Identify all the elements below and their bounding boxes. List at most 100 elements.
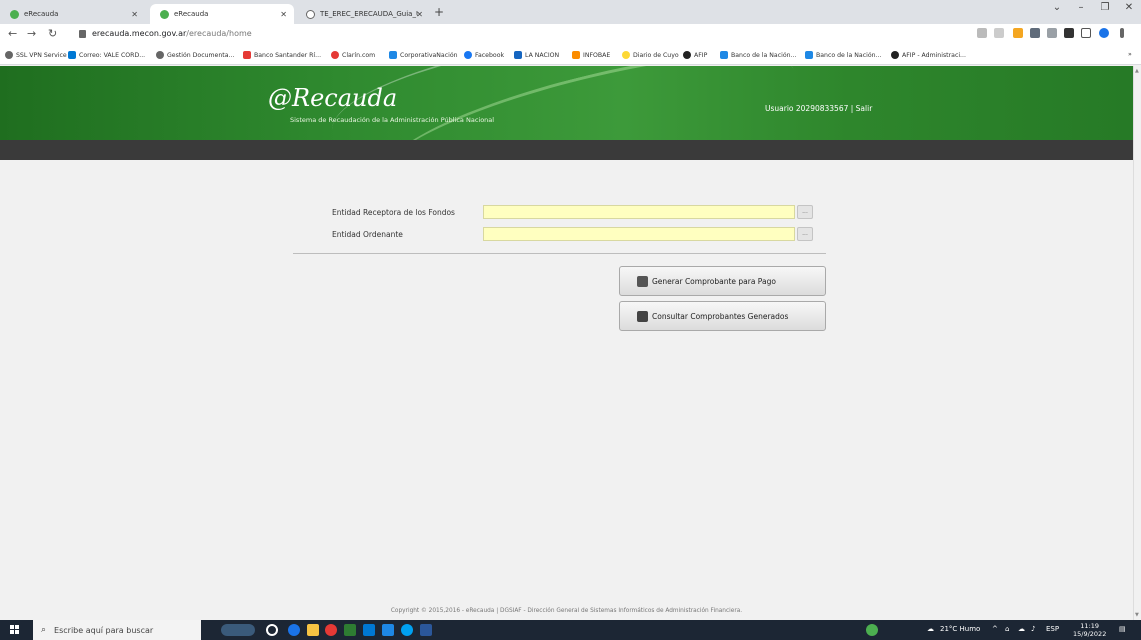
bookmark-label: AFIP: [694, 51, 708, 59]
cloud-icon[interactable]: ☁: [1018, 625, 1025, 633]
outlook-icon[interactable]: [363, 624, 375, 636]
cortana-icon[interactable]: [266, 624, 278, 636]
globe-icon: [5, 51, 13, 59]
bookmark-label: LA NACION: [525, 51, 560, 59]
payment-icon: [637, 275, 648, 287]
browser-tab-3[interactable]: TE_EREC_ERECAUDA_Guia_Usuar ✕: [296, 4, 430, 24]
bookmark-label: Correo: VALE CORD...: [79, 51, 146, 59]
windows-start-icon[interactable]: [10, 625, 20, 635]
bookmark-item[interactable]: SSL VPN Service: [5, 51, 67, 59]
bookmark-item[interactable]: Diario de Cuyo: [622, 51, 679, 59]
tray-chevron-icon[interactable]: ^: [992, 625, 998, 633]
browser-tab-1[interactable]: eRecauda ✕: [0, 4, 145, 24]
star-icon[interactable]: [994, 28, 1004, 38]
bookmark-label: Banco de la Nación...: [731, 51, 797, 59]
bookmark-label: Facebook: [475, 51, 505, 59]
app-header: @Recauda Sistema de Recaudación de la Ad…: [0, 66, 1133, 140]
url-field[interactable]: erecauda.mecon.gov.ar/erecauda/home: [92, 29, 252, 38]
bookmark-item[interactable]: Banco Santander Rí...: [243, 51, 321, 59]
la-nacion-icon: [514, 51, 522, 59]
entidad-ordenante-lookup-button[interactable]: ...: [797, 227, 813, 241]
sidepanel-icon[interactable]: [1081, 28, 1091, 38]
bookmark-item[interactable]: CorporativaNación: [389, 51, 458, 59]
new-tab-button[interactable]: +: [434, 5, 444, 19]
extension-icon[interactable]: [1030, 28, 1040, 38]
weather-icon[interactable]: ☁: [927, 625, 934, 633]
bookmark-item[interactable]: LA NACION: [514, 51, 559, 59]
bookmark-item[interactable]: INFOBAE: [572, 51, 610, 59]
forward-icon[interactable]: →: [27, 27, 36, 40]
url-host: erecauda.mecon.gov.ar: [92, 29, 187, 38]
bookmark-item[interactable]: Banco de la Nación...: [805, 51, 881, 59]
bookmark-item[interactable]: Gestión Documenta...: [156, 51, 234, 59]
speaker-icon[interactable]: ♪: [1031, 625, 1035, 633]
scroll-up-icon[interactable]: ▲: [1135, 68, 1139, 74]
bookmark-label: Clarín.com: [342, 51, 376, 59]
bookmark-item[interactable]: AFIP - Administraci...: [891, 51, 966, 59]
restore-icon[interactable]: ❐: [1093, 2, 1117, 13]
consultar-comprobantes-label: Consultar Comprobantes Generados: [652, 311, 789, 321]
tab-label: eRecauda: [24, 10, 59, 18]
url-path: /erecauda/home: [186, 29, 252, 38]
tab-search-icon[interactable]: ⌄: [1045, 2, 1069, 13]
help-icon[interactable]: [866, 624, 878, 636]
entidad-receptora-lookup-button[interactable]: ...: [797, 205, 813, 219]
network-icon[interactable]: ⌂: [1005, 625, 1009, 633]
browser-tab-2[interactable]: eRecauda ✕: [150, 4, 294, 24]
close-tab-icon[interactable]: ✕: [131, 10, 138, 19]
windows-taskbar: ⌕ Escribe aquí para buscar ☁ 21°C Humo ^…: [0, 620, 1141, 640]
bookmark-label: Banco Santander Rí...: [254, 51, 322, 59]
chrome-icon[interactable]: [325, 624, 337, 636]
bookmark-label: INFOBAE: [583, 51, 611, 59]
lock-icon[interactable]: [79, 30, 86, 38]
close-window-icon[interactable]: ✕: [1117, 2, 1141, 13]
facebook-icon: [464, 51, 472, 59]
bookmark-item[interactable]: Facebook: [464, 51, 504, 59]
bookmark-label: CorporativaNación: [400, 51, 458, 59]
share-icon[interactable]: [977, 28, 987, 38]
search-icon: ⌕: [41, 625, 47, 635]
profile-avatar-icon[interactable]: [1099, 28, 1109, 38]
bookmark-item[interactable]: Correo: VALE CORD...: [68, 51, 145, 59]
consultar-comprobantes-button[interactable]: Consultar Comprobantes Generados: [619, 301, 826, 331]
edge-icon[interactable]: [288, 624, 300, 636]
menu-kebab-icon[interactable]: [1120, 28, 1124, 38]
close-tab-icon[interactable]: ✕: [416, 10, 423, 19]
app-subtitle: Sistema de Recaudación de la Administrac…: [290, 116, 495, 124]
taskbar-clock[interactable]: 11:19 15/9/2022: [1073, 622, 1106, 638]
search-highlight-icon[interactable]: [221, 624, 255, 636]
tab-label: TE_EREC_ERECAUDA_Guia_Usuar: [320, 10, 418, 18]
weather-text[interactable]: 21°C Humo: [940, 625, 980, 633]
page-scrollbar[interactable]: ▲ ▼: [1133, 66, 1141, 620]
bookmark-item[interactable]: AFIP: [683, 51, 707, 59]
notifications-icon[interactable]: ▤: [1119, 625, 1126, 633]
reload-icon[interactable]: ↻: [48, 27, 57, 40]
bookmark-item[interactable]: Clarín.com: [331, 51, 375, 59]
afip-icon: [891, 51, 899, 59]
close-tab-icon[interactable]: ✕: [280, 10, 287, 19]
tab-label: eRecauda: [174, 10, 209, 18]
generar-comprobante-button[interactable]: Generar Comprobante para Pago: [619, 266, 826, 296]
entidad-ordenante-field[interactable]: [483, 227, 795, 241]
puzzle-icon[interactable]: [1064, 28, 1074, 38]
divider: [293, 253, 826, 254]
photos-icon[interactable]: [382, 624, 394, 636]
back-icon[interactable]: ←: [8, 27, 17, 40]
minimize-icon[interactable]: –: [1069, 2, 1093, 13]
entidad-receptora-field[interactable]: [483, 205, 795, 219]
file-explorer-icon[interactable]: [307, 624, 319, 636]
extension-icon[interactable]: [1013, 28, 1023, 38]
more-bookmarks-icon[interactable]: »: [1128, 51, 1132, 58]
bookmark-item[interactable]: Banco de la Nación...: [720, 51, 796, 59]
word-icon[interactable]: [420, 624, 432, 636]
scroll-down-icon[interactable]: ▼: [1135, 612, 1139, 618]
user-logout-link[interactable]: Usuario 20290833567 | Salir: [765, 104, 872, 113]
erecauda-logo[interactable]: @Recauda: [268, 84, 397, 112]
language-indicator[interactable]: ESP: [1046, 625, 1059, 633]
extension-icon[interactable]: [1047, 28, 1057, 38]
skype-icon[interactable]: [401, 624, 413, 636]
calculator-icon[interactable]: [344, 624, 356, 636]
taskbar-search-field[interactable]: ⌕ Escribe aquí para buscar: [33, 620, 201, 640]
erecauda-favicon-icon: [10, 9, 19, 19]
bookmark-label: Gestión Documenta...: [167, 51, 235, 59]
